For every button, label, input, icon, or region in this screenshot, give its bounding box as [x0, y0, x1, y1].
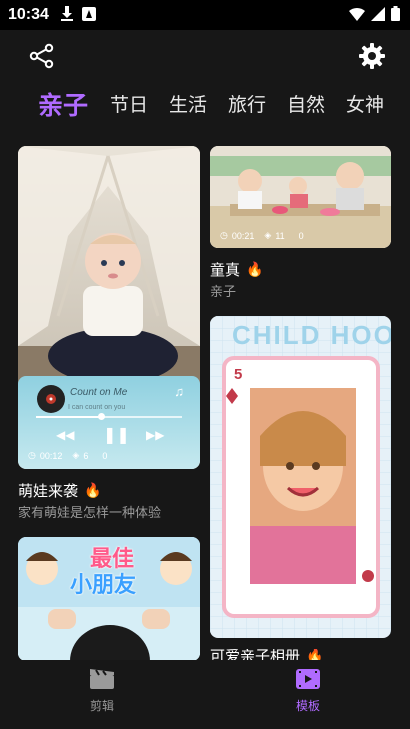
nav-templates-label: 模板 — [295, 699, 320, 713]
nav-edit-label: 剪辑 — [89, 699, 114, 713]
template-card-baby[interactable]: Count on Me I can count on you ♫ ◀◀ ❚❚ ▶… — [18, 146, 200, 469]
song-lyric: I can count on you — [68, 404, 126, 411]
progress-track[interactable] — [36, 413, 182, 420]
layers-count: 11 — [275, 230, 285, 241]
template-film-icon — [296, 669, 320, 689]
wifi-icon — [349, 7, 365, 21]
song-title: Count on Me — [70, 387, 128, 398]
app-notification-icon — [82, 7, 96, 21]
duration: 00:12 — [39, 450, 63, 461]
bottom-nav: 剪辑 模板 — [0, 660, 410, 729]
layers-count: 6 — [83, 450, 89, 461]
battery-icon — [391, 6, 400, 21]
nav-templates[interactable]: 模板 — [268, 668, 348, 714]
flame-icon: 🔥 — [246, 261, 264, 277]
status-bar: 10:34 — [0, 0, 410, 30]
clock-icon: ◷ — [220, 230, 228, 240]
baby-photo — [18, 146, 200, 386]
album-photo — [210, 316, 391, 638]
app-screen: 亲子 节日 生活 旅行 自然 女神 Count on Me I can coun… — [0, 30, 410, 729]
template-card-innocence[interactable]: ◷ 00:21 ◈ 11 0 — [210, 146, 391, 248]
top-bar — [0, 30, 410, 80]
clapperboard-icon — [90, 669, 114, 689]
progress-knob[interactable] — [98, 413, 105, 420]
use-count: 0 — [298, 230, 304, 241]
album-header-text: CHILD HOOD — [232, 320, 391, 350]
status-time: 10:34 — [8, 6, 49, 23]
template-card-album[interactable]: CHILD HOOD 5 — [210, 316, 391, 638]
tab-life[interactable]: 生活 — [169, 88, 207, 124]
tab-travel[interactable]: 旅行 — [228, 88, 266, 124]
card-title-innocence: 童真 🔥 — [210, 261, 264, 279]
card-subtitle-baby: 家有萌娃是怎样一种体验 — [18, 505, 162, 520]
card-meta: ◷ 00:21 ◈ 11 0 — [220, 230, 304, 241]
duration: 00:21 — [231, 230, 255, 241]
tab-family[interactable]: 亲子 — [38, 88, 88, 124]
card-meta: ◷ 00:12 ◈ 6 0 — [28, 450, 107, 461]
gear-icon[interactable] — [358, 42, 386, 70]
nav-edit[interactable]: 剪辑 — [62, 668, 142, 714]
card-subtitle-innocence: 亲子 — [210, 284, 237, 299]
template-card-bestkids[interactable]: 最佳 小朋友 — [18, 537, 200, 661]
share-icon[interactable] — [28, 42, 56, 70]
tab-nature[interactable]: 自然 — [287, 88, 325, 124]
album-card-number: 5 — [234, 366, 243, 383]
album-disc-icon — [37, 385, 65, 413]
card-title-baby: 萌娃来袭 🔥 — [18, 482, 102, 500]
rewind-icon[interactable]: ◀◀ — [56, 428, 74, 442]
tab-goddess[interactable]: 女神 — [346, 88, 384, 124]
signal-icon — [371, 6, 385, 21]
category-tabs: 亲子 节日 生活 旅行 自然 女神 — [0, 88, 410, 124]
progress-fill — [36, 416, 101, 418]
layers-icon: ◈ — [72, 450, 80, 460]
clock-icon: ◷ — [28, 450, 36, 460]
pause-icon[interactable]: ❚❚ — [103, 425, 130, 445]
music-note-icon: ♫ — [174, 384, 184, 399]
bestkids-text-bottom: 小朋友 — [70, 572, 137, 597]
layers-icon: ◈ — [264, 230, 272, 240]
flame-icon: 🔥 — [84, 482, 102, 498]
forward-icon[interactable]: ▶▶ — [146, 428, 164, 442]
tab-holiday[interactable]: 节日 — [110, 88, 148, 124]
download-icon — [61, 6, 73, 21]
use-count: 0 — [102, 450, 108, 461]
